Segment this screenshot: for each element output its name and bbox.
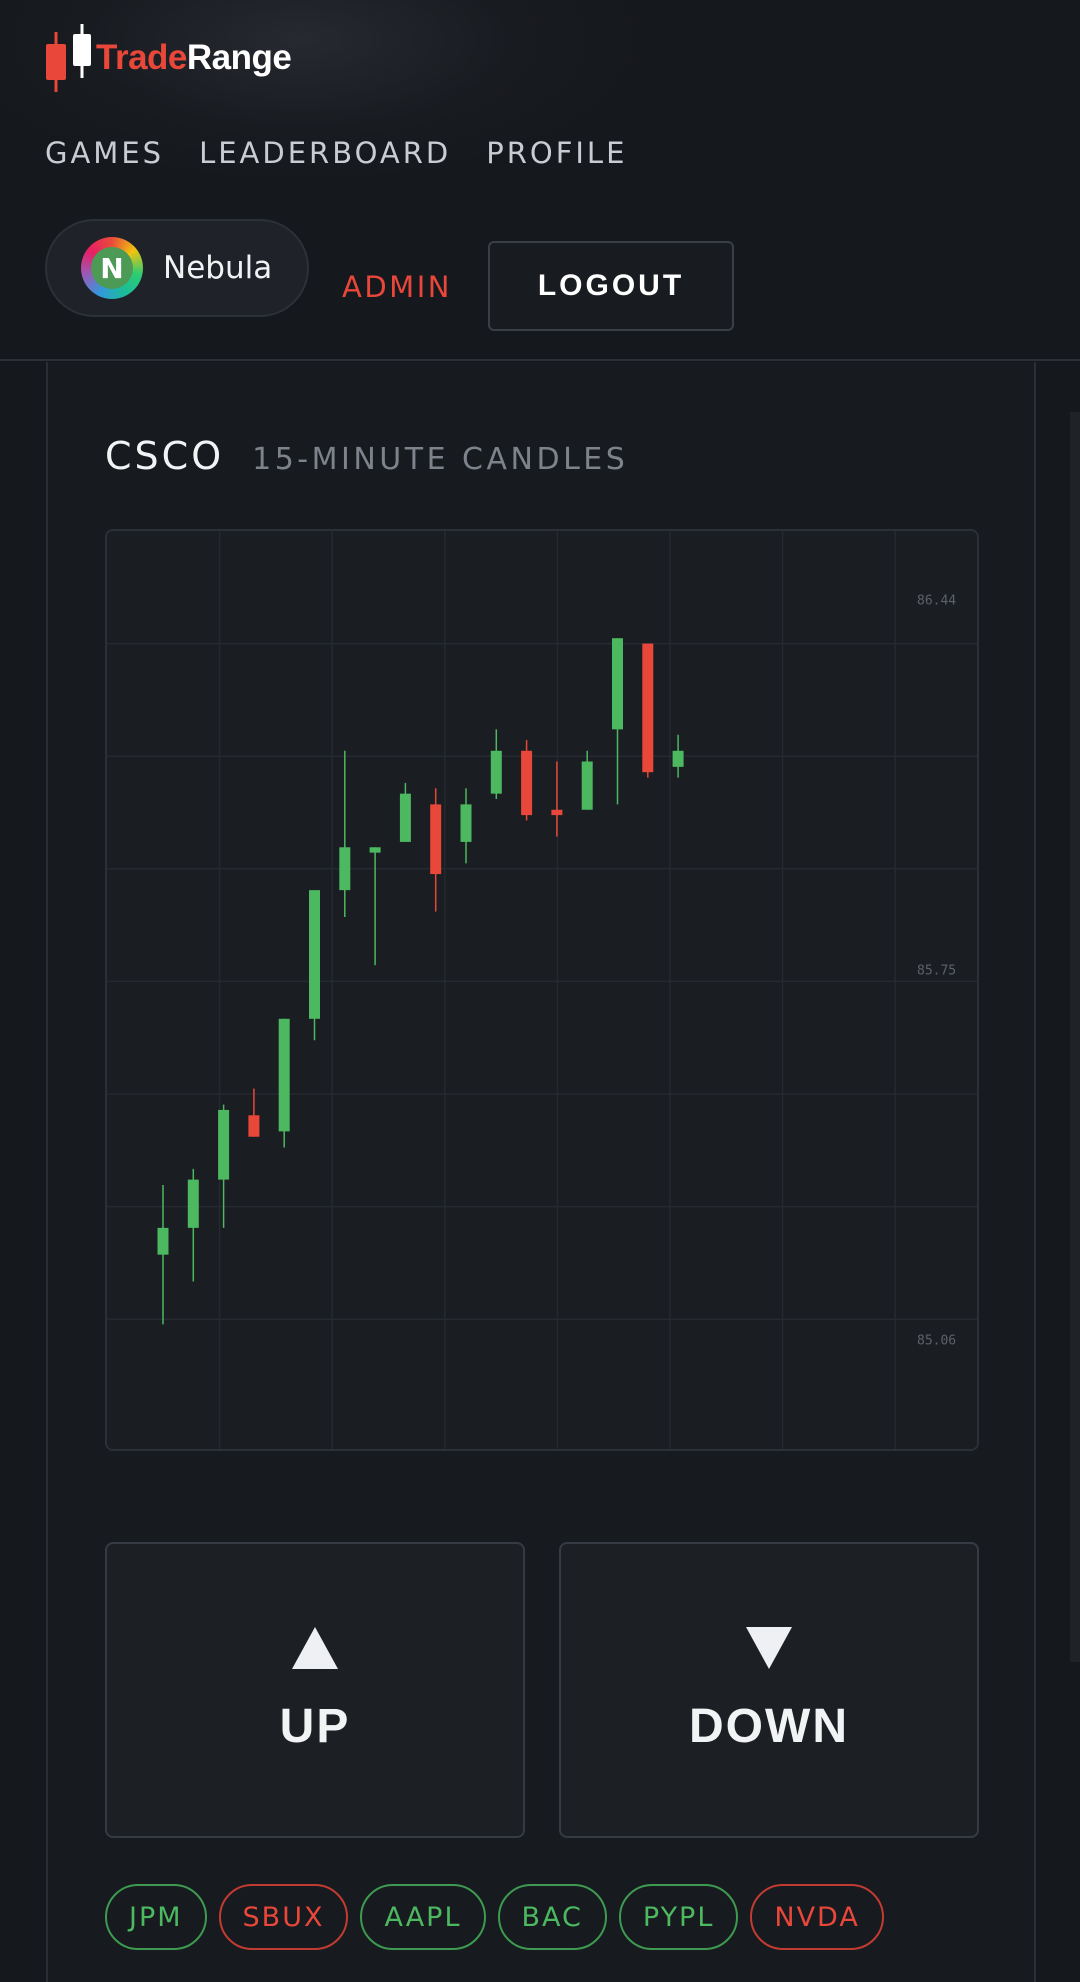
avatar-letter: N [91,247,133,289]
candlestick-logo-icon [44,22,94,94]
nav-games[interactable]: GAMES [45,136,164,170]
arrow-down-icon [746,1626,792,1669]
chart-heading: CSCO 15-MINUTE CANDLES [105,434,628,478]
candle[interactable] [369,847,381,966]
candle[interactable] [309,890,320,1041]
candle-body [430,804,442,875]
candle[interactable] [460,788,472,864]
candle-body [369,847,381,853]
candle-body [612,638,623,730]
brand-name-part1: Trade [96,38,187,77]
candle-body [248,1115,260,1137]
candle[interactable] [490,729,502,800]
candle-body [157,1227,169,1255]
vote-up-button[interactable]: UP [105,1542,525,1838]
ticker-chip-bac[interactable]: BAC [497,1884,607,1950]
nav-leaderboard[interactable]: LEADERBOARD [199,136,451,170]
candle-body [399,793,411,842]
candle-body [581,761,593,810]
top-header: TradeRange GAMES LEADERBOARD PROFILE N N… [0,0,1080,361]
vote-down-label: DOWN [689,1699,849,1753]
ticker-chip-pypl[interactable]: PYPL [618,1884,739,1950]
candle[interactable] [187,1168,199,1282]
brand-name-part2: Range [186,38,292,77]
user-pill[interactable]: N Nebula [45,219,309,317]
candle-body [309,890,320,1019]
chart-ticker: CSCO [105,434,225,478]
ticker-chip-row: JPM SBUX AAPL BAC PYPL NVDA [105,1884,884,1950]
scrollbar-track[interactable] [1070,412,1080,1662]
brand-logo[interactable]: TradeRange [44,22,292,94]
logout-button[interactable]: LOGOUT [488,241,734,331]
candle-body [642,643,654,773]
candle[interactable] [248,1088,260,1137]
candle[interactable] [278,1018,290,1148]
candle[interactable] [581,750,593,810]
candle-body [672,750,684,767]
candle-body [218,1109,230,1180]
main-nav: GAMES LEADERBOARD PROFILE [45,136,627,170]
candle[interactable] [430,788,442,912]
ticker-chip-jpm[interactable]: JPM [105,1884,207,1950]
admin-link[interactable]: ADMIN [342,270,452,304]
candle-body [339,847,351,891]
candle[interactable] [642,643,654,778]
candle[interactable] [339,750,351,917]
candle-body [460,804,472,842]
candlestick-chart[interactable]: 86.44 85.75 85.06 [105,529,979,1451]
ticker-chip-aapl[interactable]: AAPL [360,1884,486,1950]
chart-canvas: 86.44 85.75 85.06 [107,531,977,1449]
candle-body [187,1179,199,1228]
candle[interactable] [551,761,563,837]
candle[interactable] [399,782,411,842]
candle-body [521,750,533,816]
vote-up-label: UP [279,1699,351,1753]
ticker-chip-sbux[interactable]: SBUX [218,1884,349,1950]
price-axis-label: 85.75 [917,964,956,979]
vote-down-button[interactable]: DOWN [559,1542,979,1838]
arrow-up-icon [292,1626,338,1669]
nav-profile[interactable]: PROFILE [486,136,627,170]
avatar: N [81,237,143,299]
candle-body [278,1018,290,1132]
candle-body [490,750,502,794]
game-card: CSCO 15-MINUTE CANDLES 86.44 85.75 85.06 U… [46,362,1036,1982]
chart-timeframe: 15-MINUTE CANDLES [252,442,629,477]
brand-name: TradeRange [96,38,292,78]
candle[interactable] [672,734,684,778]
candle[interactable] [521,740,533,821]
candle[interactable] [612,638,623,805]
price-axis-label: 86.44 [917,594,956,609]
price-axis-label: 85.06 [917,1333,956,1348]
candle-body [551,809,563,816]
ticker-chip-nvda[interactable]: NVDA [750,1884,884,1950]
username: Nebula [163,250,273,286]
